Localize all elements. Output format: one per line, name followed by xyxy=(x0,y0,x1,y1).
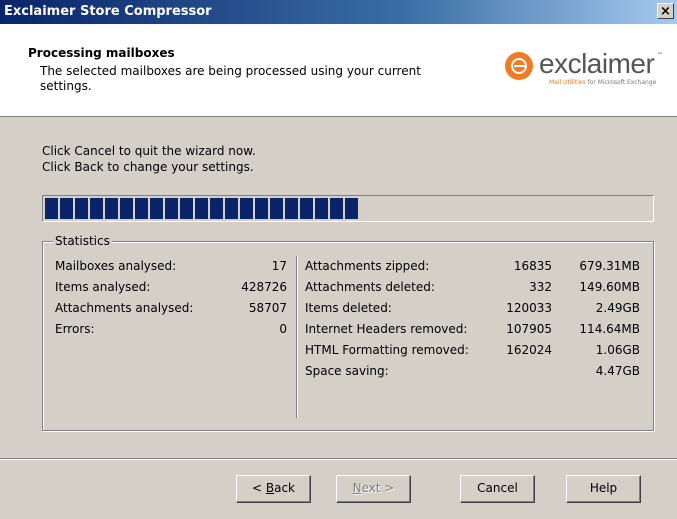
progress-block xyxy=(300,198,313,219)
stat-size: 2.49GB xyxy=(595,301,640,315)
progress-block xyxy=(345,198,358,219)
stat-size: 1.06GB xyxy=(595,343,640,357)
progress-block xyxy=(285,198,298,219)
cancel-button[interactable]: Cancel xyxy=(460,475,535,503)
help-button[interactable]: Help xyxy=(566,475,641,503)
stat-row-space-saving: Space saving: 4.47GB xyxy=(305,364,640,380)
progress-bar xyxy=(42,195,654,222)
title-bar: Exclaimer Store Compressor × xyxy=(0,0,677,24)
stat-count: 107905 xyxy=(506,322,552,336)
stat-size: 679.31MB xyxy=(579,259,640,273)
logo-tagline: Mail Utilities for Microsoft Exchange xyxy=(549,79,656,86)
stat-row-attachments-analysed: Attachments analysed: 58707 xyxy=(55,301,287,317)
stat-row-items-deleted: Items deleted: 120033 2.49GB xyxy=(305,301,640,317)
page-description: The selected mailboxes are being process… xyxy=(40,64,421,93)
wizard-header: Processing mailboxes The selected mailbo… xyxy=(0,24,677,117)
logo-trademark: ™ xyxy=(657,52,663,59)
progress-block xyxy=(75,198,88,219)
stat-value: 428726 xyxy=(241,280,287,294)
progress-block xyxy=(90,198,103,219)
progress-block xyxy=(120,198,133,219)
stat-label: Attachments analysed: xyxy=(55,301,194,315)
stat-label: Mailboxes analysed: xyxy=(55,259,177,273)
wizard-window: Exclaimer Store Compressor × Processing … xyxy=(0,0,677,519)
progress-block xyxy=(150,198,163,219)
stat-label: Internet Headers removed: xyxy=(305,322,468,336)
progress-fill xyxy=(45,198,360,219)
page-title: Processing mailboxes xyxy=(28,46,175,60)
logo-tagline-rest: for Microsoft Exchange xyxy=(587,79,657,86)
statistics-divider xyxy=(296,256,298,418)
stat-row-headers-removed: Internet Headers removed: 107905 114.64M… xyxy=(305,322,640,338)
progress-block xyxy=(45,198,58,219)
close-button[interactable]: × xyxy=(657,3,674,19)
stat-value: 0 xyxy=(279,322,287,336)
stat-label: Space saving: xyxy=(305,364,389,378)
stat-row-errors: Errors: 0 xyxy=(55,322,287,338)
progress-block xyxy=(195,198,208,219)
stat-label: Attachments zipped: xyxy=(305,259,430,273)
progress-block xyxy=(270,198,283,219)
stat-size: 4.47GB xyxy=(595,364,640,378)
stat-count: 16835 xyxy=(513,259,552,273)
stat-row-html-removed: HTML Formatting removed: 162024 1.06GB xyxy=(305,343,640,359)
stat-row-mailboxes: Mailboxes analysed: 17 xyxy=(55,259,287,275)
stat-label: Items analysed: xyxy=(55,280,151,294)
stat-size: 149.60MB xyxy=(579,280,640,294)
stat-label: Errors: xyxy=(55,322,95,336)
progress-block xyxy=(135,198,148,219)
stat-value: 58707 xyxy=(248,301,287,315)
progress-block xyxy=(210,198,223,219)
back-button[interactable]: < Back xyxy=(236,475,311,503)
stat-row-attachments-deleted: Attachments deleted: 332 149.60MB xyxy=(305,280,640,296)
close-icon: × xyxy=(660,4,671,19)
stat-label: HTML Formatting removed: xyxy=(305,343,469,357)
logo-wordmark: exclaimer xyxy=(539,48,655,79)
progress-block xyxy=(180,198,193,219)
progress-block xyxy=(255,198,268,219)
progress-block xyxy=(240,198,253,219)
stat-count: 332 xyxy=(529,280,552,294)
instructions: Click Cancel to quit the wizard now. Cli… xyxy=(42,143,256,175)
progress-block xyxy=(165,198,178,219)
stat-count: 162024 xyxy=(506,343,552,357)
next-button[interactable]: Next > xyxy=(336,475,411,503)
statistics-legend: Statistics xyxy=(53,234,112,248)
logo-tagline-accent: Mail Utilities xyxy=(549,79,586,86)
footer-divider xyxy=(0,458,677,460)
stat-label: Items deleted: xyxy=(305,301,392,315)
progress-block xyxy=(315,198,328,219)
instruction-cancel: Click Cancel to quit the wizard now. xyxy=(42,144,256,158)
stat-size: 114.64MB xyxy=(579,322,640,336)
exclaimer-logo: exclaimer ™ Mail Utilities for Microsoft… xyxy=(505,48,665,90)
stat-value: 17 xyxy=(271,259,287,273)
window-title: Exclaimer Store Compressor xyxy=(4,4,212,19)
progress-block xyxy=(225,198,238,219)
stat-count: 120033 xyxy=(506,301,552,315)
stat-label: Attachments deleted: xyxy=(305,280,435,294)
stat-row-items: Items analysed: 428726 xyxy=(55,280,287,296)
progress-block xyxy=(105,198,118,219)
logo-mark-icon xyxy=(505,52,533,80)
stat-row-attachments-zipped: Attachments zipped: 16835 679.31MB xyxy=(305,259,640,275)
progress-block xyxy=(330,198,343,219)
progress-block xyxy=(60,198,73,219)
instruction-back: Click Back to change your settings. xyxy=(42,160,254,174)
statistics-group: Statistics Mailboxes analysed: 17 Items … xyxy=(42,234,654,431)
